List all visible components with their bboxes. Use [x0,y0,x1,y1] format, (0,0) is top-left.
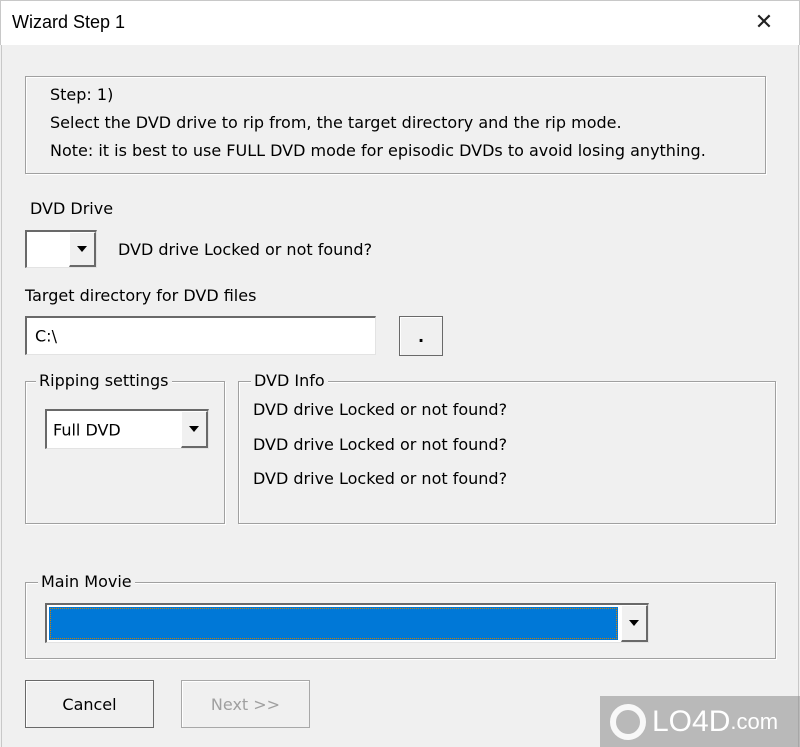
dvd-info-legend: DVD Info [251,371,328,390]
cancel-button-label: Cancel [62,694,117,714]
main-movie-legend: Main Movie [38,572,135,591]
chevron-down-icon [189,426,199,432]
instructions-panel: Step: 1) Select the DVD drive to rip fro… [25,76,766,174]
rip-mode-value: Full DVD [53,420,121,439]
ripping-settings-legend: Ripping settings [36,371,172,390]
cancel-button[interactable]: Cancel [25,680,154,728]
next-button[interactable]: Next >> [181,680,310,728]
chevron-down-icon [629,620,639,626]
main-movie-select[interactable] [45,603,649,643]
chevron-down-icon [77,246,87,252]
instructions-line-1: Select the DVD drive to rip from, the ta… [50,113,622,132]
rip-mode-select[interactable]: Full DVD [45,409,209,449]
target-dir-value: C:\ [35,326,57,346]
next-button-label: Next >> [210,694,281,714]
dvd-drive-dropdown-button[interactable] [69,232,96,267]
browse-button-label: . [417,326,425,346]
dvd-info-line: DVD drive Locked or not found? [253,435,508,454]
instructions-line-2: Note: it is best to use FULL DVD mode fo… [50,141,706,160]
ripping-settings-group: Ripping settings [25,371,225,524]
dvd-drive-select[interactable] [25,230,97,268]
main-movie-dropdown-button[interactable] [621,605,648,642]
main-movie-selection-highlight [49,607,618,640]
instructions-step: Step: 1) [50,85,114,104]
dvd-drive-label: DVD Drive [30,199,114,218]
watermark-text: LO4D [652,704,731,738]
rip-mode-dropdown-button[interactable] [181,411,208,448]
watermark-suffix: .com [730,708,779,734]
target-dir-input[interactable]: C:\ [25,316,376,355]
window-title: Wizard Step 1 [12,12,126,32]
lo4d-logo-icon [610,703,646,740]
dvd-drive-status: DVD drive Locked or not found? [118,240,373,259]
browse-button[interactable]: . [399,316,443,356]
dvd-info-line: DVD drive Locked or not found? [253,400,508,419]
close-icon[interactable]: ✕ [749,7,779,37]
title-bar: Wizard Step 1 ✕ [0,0,800,45]
watermark: LO4D .com [600,696,800,747]
dvd-info-line: DVD drive Locked or not found? [253,469,508,488]
target-dir-label: Target directory for DVD files [25,286,257,305]
